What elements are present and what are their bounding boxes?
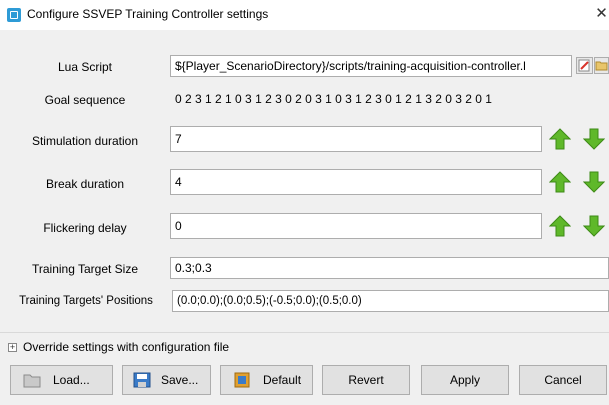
stimulation-duration-input[interactable]: 7 bbox=[170, 126, 542, 152]
arrow-down-icon[interactable] bbox=[583, 170, 605, 194]
browse-script-button[interactable] bbox=[594, 57, 609, 74]
folder-open-icon bbox=[23, 374, 41, 388]
arrow-up-icon[interactable] bbox=[549, 170, 571, 194]
training-targets-positions-input[interactable]: (0.0;0.0);(0.0;0.5);(-0.5;0.0);(0.5;0.0) bbox=[172, 290, 609, 312]
cancel-button[interactable]: Cancel bbox=[519, 365, 607, 395]
training-target-size-label: Training Target Size bbox=[31, 262, 139, 276]
edit-icon bbox=[578, 59, 590, 72]
dialog-body: Lua Script ${Player_ScenarioDirectory}/s… bbox=[0, 30, 609, 405]
revert-button-label: Revert bbox=[348, 373, 384, 387]
title-bar: Configure SSVEP Training Controller sett… bbox=[0, 0, 609, 30]
expander-toggle[interactable]: + bbox=[8, 343, 17, 352]
folder-browse-icon bbox=[595, 61, 608, 71]
override-settings-label[interactable]: Override settings with configuration fil… bbox=[23, 340, 229, 354]
floppy-disk-icon bbox=[133, 372, 151, 388]
goal-sequence-label: Goal sequence bbox=[44, 93, 126, 107]
load-button[interactable]: Load... bbox=[10, 365, 113, 395]
separator bbox=[0, 332, 609, 333]
window-title: Configure SSVEP Training Controller sett… bbox=[27, 7, 269, 21]
flickering-delay-label: Flickering delay bbox=[43, 221, 127, 235]
save-button[interactable]: Save... bbox=[122, 365, 211, 395]
edit-script-button[interactable] bbox=[576, 57, 593, 74]
cancel-button-label: Cancel bbox=[544, 373, 582, 387]
load-button-label: Load... bbox=[53, 373, 90, 387]
close-icon[interactable]: ✕ bbox=[594, 4, 609, 24]
default-settings-icon bbox=[234, 372, 250, 388]
lua-script-input[interactable]: ${Player_ScenarioDirectory}/scripts/trai… bbox=[170, 55, 572, 77]
break-duration-input[interactable]: 4 bbox=[170, 169, 542, 195]
save-button-label: Save... bbox=[161, 373, 199, 387]
arrow-up-icon[interactable] bbox=[549, 127, 571, 151]
training-targets-positions-label: Training Targets' Positions bbox=[19, 295, 153, 307]
apply-button[interactable]: Apply bbox=[421, 365, 509, 395]
goal-sequence-input[interactable]: 0 2 3 1 2 1 0 3 1 2 3 0 2 0 3 1 0 3 1 2 … bbox=[170, 88, 609, 110]
flickering-delay-input[interactable]: 0 bbox=[170, 213, 542, 239]
apply-button-label: Apply bbox=[449, 373, 481, 387]
lua-script-label: Lua Script bbox=[57, 60, 113, 74]
arrow-down-icon[interactable] bbox=[583, 214, 605, 238]
break-duration-label: Break duration bbox=[45, 177, 125, 191]
training-target-size-input[interactable]: 0.3;0.3 bbox=[170, 257, 609, 279]
revert-button[interactable]: Revert bbox=[322, 365, 410, 395]
arrow-up-icon[interactable] bbox=[549, 214, 571, 238]
default-button[interactable]: Default bbox=[220, 365, 313, 395]
default-button-label: Default bbox=[263, 373, 302, 387]
stimulation-duration-label: Stimulation duration bbox=[31, 134, 139, 148]
arrow-down-icon[interactable] bbox=[583, 127, 605, 151]
app-icon bbox=[7, 8, 21, 22]
